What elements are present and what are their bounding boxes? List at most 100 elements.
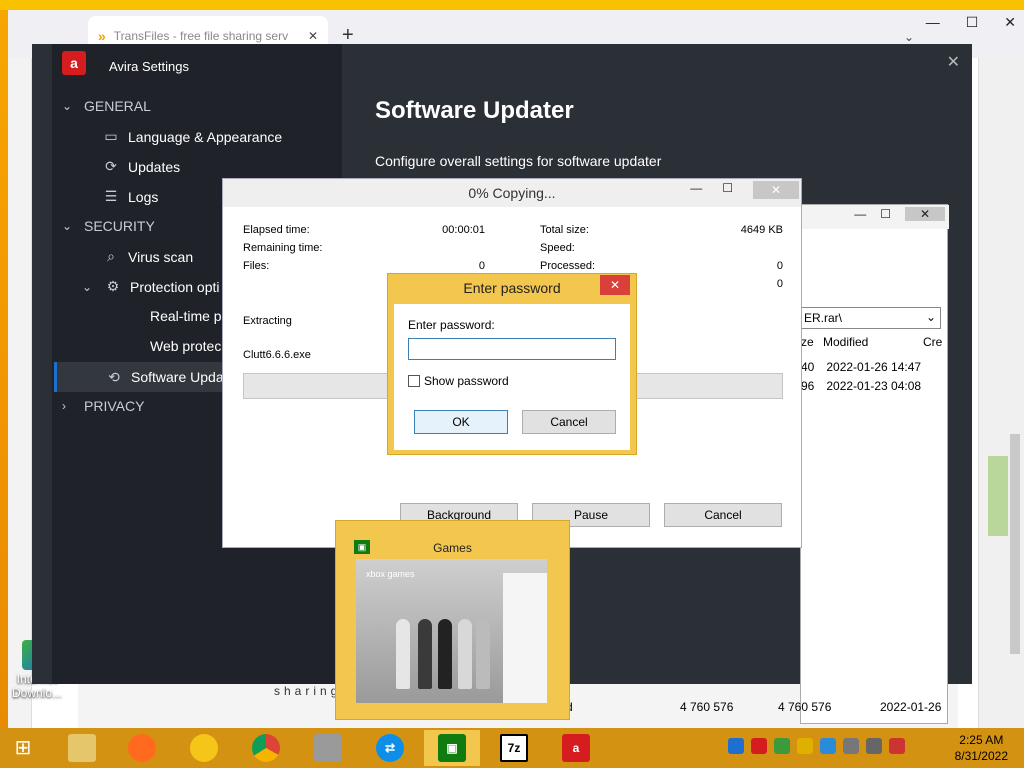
list-icon: ☰ — [104, 188, 118, 204]
nav-section-label: SECURITY — [84, 218, 155, 234]
nav-item-label: Logs — [128, 188, 159, 205]
avira-icon: a — [562, 734, 590, 762]
browser-close-button[interactable]: ✕ — [1004, 14, 1016, 31]
column-header-size[interactable]: ze — [801, 335, 823, 349]
file-list-row[interactable]: 40 2022-01-26 14:47 — [801, 360, 921, 374]
password-label: Enter password: — [408, 318, 495, 332]
taskbar-teamviewer[interactable]: ⇄ — [362, 730, 418, 766]
show-password-row[interactable]: Show password — [408, 374, 509, 388]
browser-minimize-button[interactable]: — — [926, 14, 940, 31]
tray-idm-icon[interactable] — [728, 738, 744, 754]
xbox-games-header: xbox games — [366, 569, 415, 579]
status-packed-size: 4 760 576 — [778, 700, 832, 714]
windows-start-icon[interactable]: ⊞ — [8, 736, 38, 760]
copy-close-button[interactable]: ✕ — [753, 181, 799, 199]
speed-label: Speed: — [540, 242, 575, 254]
nav-item-virus-scan[interactable]: ⌕ Virus scan — [102, 248, 193, 265]
system-tray — [728, 738, 905, 754]
nav-item-label: Updates — [128, 158, 181, 175]
tray-network-icon[interactable] — [866, 738, 882, 754]
browser-window-controls: — ☐ ✕ — [926, 10, 1016, 31]
chrome-canary-icon — [190, 734, 218, 762]
nav-section-privacy[interactable]: › PRIVACY — [62, 398, 144, 414]
tab-list-dropdown-icon[interactable]: ⌄ — [904, 30, 914, 44]
browser-scrollbar[interactable] — [1010, 434, 1020, 654]
show-password-checkbox[interactable] — [408, 375, 420, 387]
folder-icon — [68, 734, 96, 762]
copy-minimize-button[interactable]: — — [690, 181, 702, 199]
password-input[interactable] — [408, 338, 616, 360]
tray-warning-icon[interactable] — [889, 738, 905, 754]
magnifier-icon: ⌕ — [107, 248, 115, 264]
fm-maximize-button[interactable]: ☐ — [880, 207, 891, 221]
tray-network-green-icon[interactable] — [774, 738, 790, 754]
password-dialog-body: Enter password: Show password OK Cancel — [394, 304, 630, 450]
taskbar-7zip[interactable]: 7z — [486, 730, 542, 766]
taskbar-chrome[interactable] — [238, 730, 294, 766]
address-path-field[interactable]: ER.rar\ ⌄ — [801, 307, 941, 329]
7zip-icon: 7z — [500, 734, 528, 762]
avatar-figure — [438, 619, 452, 689]
file-list-row[interactable]: 96 2022-01-23 04:08 — [801, 379, 921, 393]
nav-item-web-protection[interactable]: Web protec — [150, 338, 221, 354]
thumbnail-title: Games — [433, 541, 472, 555]
tray-avira-icon[interactable] — [751, 738, 767, 754]
nav-item-language-appearance[interactable]: ▭ Language & Appearance — [102, 128, 282, 145]
nav-item-logs[interactable]: ☰ Logs — [102, 188, 159, 205]
files-value: 0 — [478, 260, 485, 272]
nav-section-general[interactable]: ⌄ GENERAL — [62, 98, 151, 114]
show-password-label: Show password — [424, 374, 509, 388]
taskbar-avira[interactable]: a — [548, 730, 604, 766]
avira-window-title: Avira Settings — [109, 59, 189, 74]
nav-item-updates[interactable]: ⟳ Updates — [102, 158, 180, 175]
row-size: 96 — [801, 379, 815, 393]
row-modified: 2022-01-23 04:08 — [826, 379, 922, 393]
fm-minimize-button[interactable]: — — [854, 207, 866, 221]
games-taskbar-thumbnail[interactable]: ▣ Games xbox games — [335, 520, 570, 720]
taskbar-file-explorer[interactable] — [54, 730, 110, 766]
file-manager-window: — ☐ ✕ ER.rar\ ⌄ ze Modified Cre 40 2022-… — [800, 204, 949, 724]
nav-section-security[interactable]: ⌄ SECURITY — [62, 218, 155, 234]
tray-bluetooth-icon[interactable] — [820, 738, 836, 754]
nav-section-label: PRIVACY — [84, 398, 145, 414]
taskbar-chrome-canary[interactable] — [176, 730, 232, 766]
fm-close-button[interactable]: ✕ — [905, 207, 945, 221]
games-preview-image: xbox games — [356, 559, 547, 703]
cancel-button[interactable]: Cancel — [522, 410, 616, 434]
column-header-modified[interactable]: Modified — [823, 335, 923, 349]
browser-maximize-button[interactable]: ☐ — [966, 14, 979, 31]
nav-item-real-time-protection[interactable]: Real-time p — [150, 308, 222, 324]
password-dialog-close-button[interactable]: ✕ — [600, 275, 630, 295]
cancel-copy-button[interactable]: Cancel — [664, 503, 782, 527]
copy-maximize-button[interactable]: ☐ — [722, 181, 733, 199]
taskbar-clock[interactable]: 2:25 AM 8/31/2022 — [955, 732, 1008, 764]
row-modified: 2022-01-26 14:47 — [826, 360, 922, 374]
column-header-created[interactable]: Cre — [923, 335, 949, 349]
page-title: Software Updater — [375, 97, 574, 124]
avira-close-button[interactable]: ✕ — [947, 52, 960, 72]
total-size-label: Total size: — [540, 224, 589, 236]
ok-button[interactable]: OK — [414, 410, 508, 434]
page-subtitle: Configure overall settings for software … — [375, 153, 662, 169]
nav-section-label: GENERAL — [84, 98, 151, 114]
tray-chrome-icon[interactable] — [797, 738, 813, 754]
browser-green-block — [988, 456, 1008, 536]
file-manager-titlebar: — ☐ ✕ — [801, 205, 949, 229]
transfiles-favicon-icon: » — [98, 28, 106, 44]
taskbar-firefox[interactable] — [114, 730, 170, 766]
total-size-value: 4649 KB — [740, 224, 783, 236]
file-list-header: ze Modified Cre — [801, 335, 949, 349]
chevron-down-icon: ⌄ — [62, 219, 73, 233]
taskbar-keys[interactable] — [300, 730, 356, 766]
address-path-value: ER.rar\ — [804, 311, 843, 325]
nav-item-protection-options[interactable]: ⌄ ⚙ Protection opti — [82, 278, 220, 295]
tab-close-icon[interactable]: ✕ — [308, 29, 318, 43]
tray-volume-muted-icon[interactable] — [843, 738, 859, 754]
taskbar: ⊞ ⇄ ▣ 7z a 2:25 AM 8/31/2022 — [0, 728, 1024, 768]
chevron-down-icon[interactable]: ⌄ — [926, 310, 936, 324]
operation-label: Extracting — [243, 315, 292, 327]
taskbar-games[interactable]: ▣ — [424, 730, 480, 766]
games-icon: ▣ — [438, 734, 466, 762]
processed-label: Processed: — [540, 260, 596, 272]
nav-item-label: Software Upda — [131, 369, 224, 385]
